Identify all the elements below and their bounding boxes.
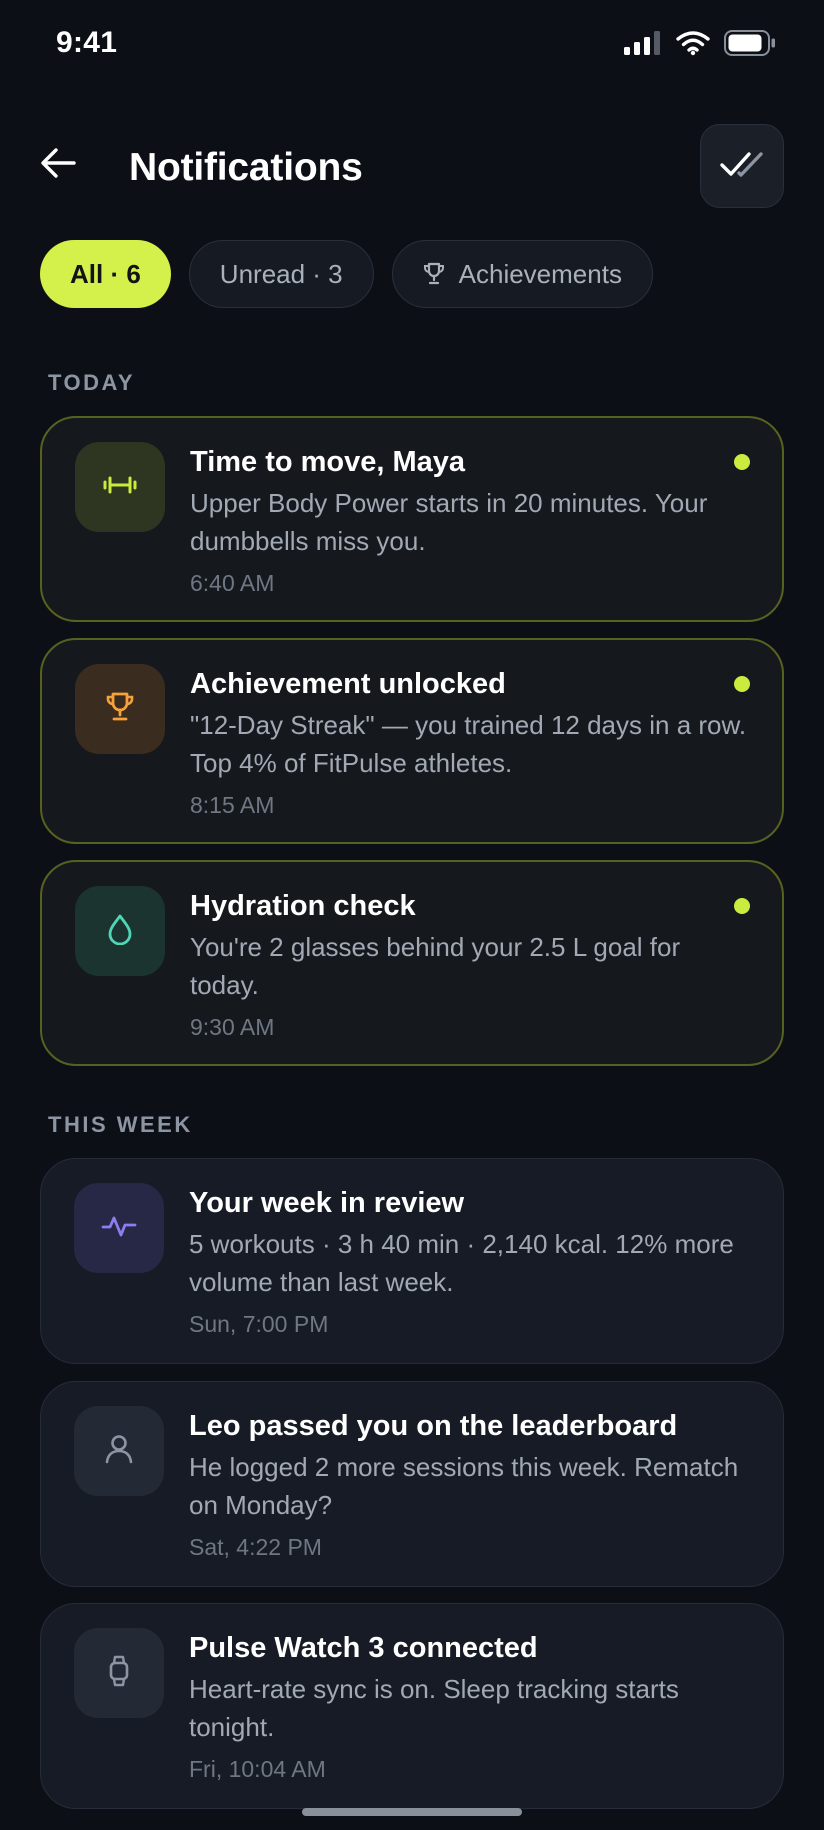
- activity-pulse-icon: [101, 1213, 137, 1244]
- unread-dot: [734, 676, 750, 692]
- notification-time: 6:40 AM: [190, 570, 275, 596]
- battery-icon: [724, 30, 776, 61]
- mark-all-read-button[interactable]: [700, 124, 784, 208]
- notification-body: He logged 2 more sessions this week. Rem…: [189, 1452, 739, 1520]
- notification-time: 8:15 AM: [190, 792, 275, 818]
- notification-body: 5 workouts · 3 h 40 min · 2,140 kcal. 12…: [189, 1229, 734, 1297]
- filter-chip-label: Unread · 3: [219, 258, 343, 289]
- notification-title: Leo passed you on the leaderboard: [189, 1410, 678, 1442]
- notification-title: Achievement unlocked: [190, 668, 506, 700]
- notification-title: Time to move, Maya: [190, 446, 466, 478]
- notification-card[interactable]: Time to move, Maya Upper Body Power star…: [40, 416, 784, 622]
- watch-icon: [106, 1654, 132, 1693]
- notification-icon-box: [74, 1628, 164, 1718]
- water-drop-icon: [107, 913, 133, 950]
- notification-card[interactable]: Leo passed you on the leaderboard He log…: [40, 1381, 784, 1587]
- notification-time: 9:30 AM: [190, 1014, 275, 1040]
- notification-time: Sat, 4:22 PM: [189, 1534, 322, 1560]
- notification-title: Pulse Watch 3 connected: [189, 1632, 538, 1664]
- double-check-icon: [719, 148, 765, 185]
- header: Notifications: [0, 110, 824, 220]
- notification-card[interactable]: Hydration check You're 2 glasses behind …: [40, 860, 784, 1066]
- status-time: 9:41: [56, 26, 118, 59]
- notification-title: Your week in review: [189, 1187, 465, 1219]
- notification-card[interactable]: Pulse Watch 3 connected Heart-rate sync …: [40, 1603, 784, 1809]
- user-icon: [104, 1433, 134, 1470]
- filter-chip-label: Achievements: [458, 258, 622, 289]
- trophy-icon: [423, 262, 445, 286]
- cellular-signal-icon: [624, 31, 662, 60]
- notification-body: Heart-rate sync is on. Sleep tracking st…: [189, 1674, 679, 1742]
- home-indicator: [302, 1808, 522, 1816]
- arrow-left-icon: [40, 147, 76, 184]
- notification-icon-box: [75, 886, 165, 976]
- section-label-this-week: THIS WEEK: [48, 1112, 193, 1137]
- filter-chips: All · 6 Unread · 3 Achievements: [40, 240, 653, 308]
- section-label-today: TODAY: [48, 370, 136, 395]
- notification-title: Hydration check: [190, 890, 416, 922]
- notification-card[interactable]: Your week in review 5 workouts · 3 h 40 …: [40, 1158, 784, 1364]
- filter-chip-unread[interactable]: Unread · 3: [188, 240, 374, 308]
- notification-icon-box: [74, 1406, 164, 1496]
- notification-card[interactable]: Achievement unlocked "12-Day Streak" — y…: [40, 638, 784, 844]
- notification-body: "12-Day Streak" — you trained 12 days in…: [190, 710, 747, 778]
- notification-icon-box: [75, 664, 165, 754]
- notification-body: You're 2 glasses behind your 2.5 L goal …: [190, 932, 681, 1000]
- dumbbell-icon: [103, 474, 137, 501]
- page-title: Notifications: [129, 146, 363, 189]
- status-icons: [624, 30, 776, 61]
- notification-icon-box: [74, 1183, 164, 1273]
- notification-icon-box: [75, 442, 165, 532]
- trophy-icon: [105, 691, 135, 728]
- filter-chip-achievements[interactable]: Achievements: [391, 240, 653, 308]
- status-bar: 9:41: [0, 0, 824, 90]
- back-button[interactable]: [36, 143, 80, 187]
- notification-time: Fri, 10:04 AM: [189, 1756, 326, 1782]
- unread-dot: [734, 454, 750, 470]
- notification-time: Sun, 7:00 PM: [189, 1311, 329, 1337]
- filter-chip-all[interactable]: All · 6: [40, 240, 171, 308]
- unread-dot: [734, 898, 750, 914]
- wifi-icon: [676, 30, 710, 61]
- filter-chip-label: All · 6: [70, 258, 141, 289]
- notification-body: Upper Body Power starts in 20 minutes. Y…: [190, 488, 708, 556]
